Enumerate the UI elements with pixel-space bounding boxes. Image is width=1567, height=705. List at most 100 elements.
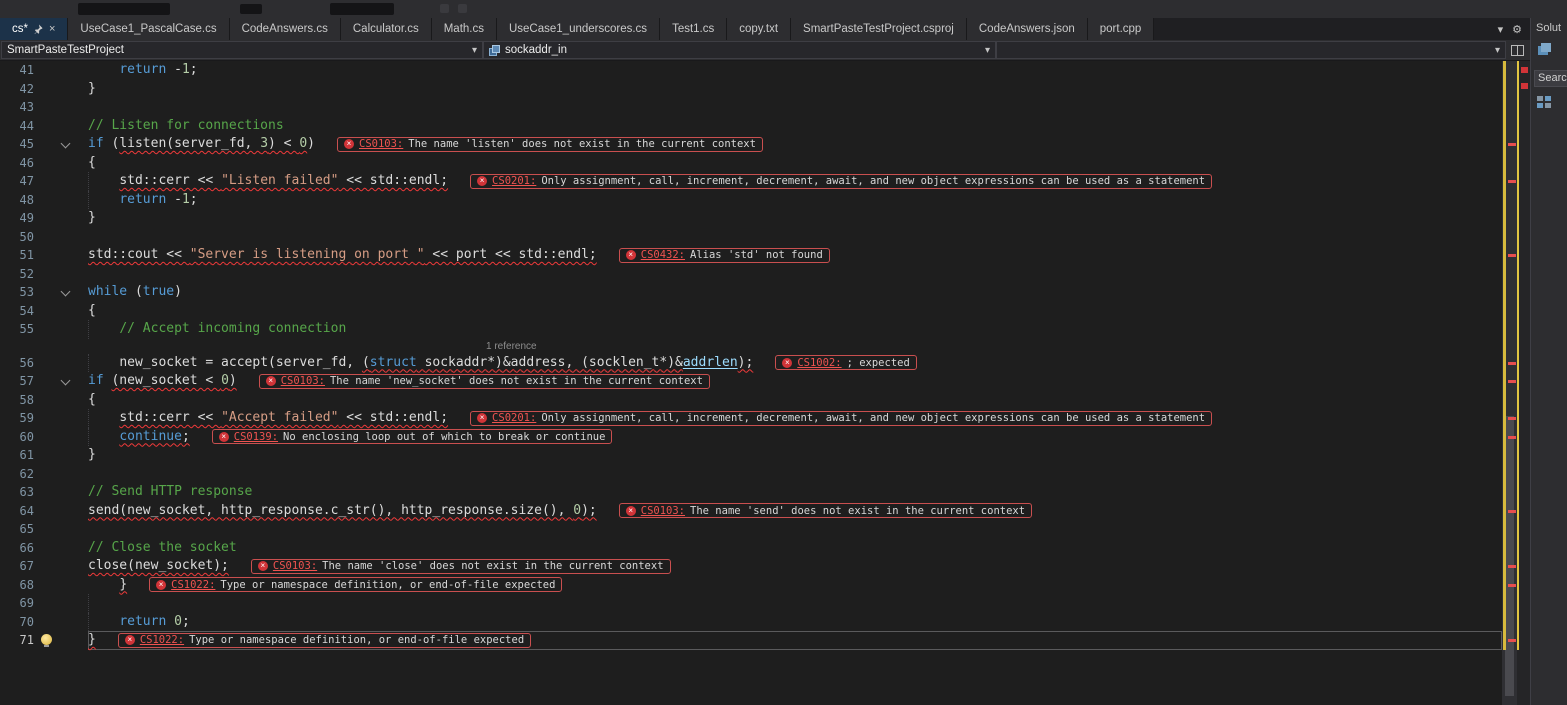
project-dropdown[interactable]: SmartPasteTestProject ▾ [1, 41, 483, 59]
documents-icon[interactable] [1537, 42, 1567, 61]
search-box[interactable]: Searc [1534, 70, 1567, 87]
error-code-link[interactable]: CS1022: [171, 579, 215, 591]
editor-tab[interactable]: CodeAnswers.cs [230, 18, 341, 40]
code-line[interactable]: 59 std::cerr << "Accept failed" << std::… [0, 409, 1502, 428]
code-line[interactable]: 51std::cout << "Server is listening on p… [0, 246, 1502, 265]
glyph-margin [40, 135, 88, 154]
code-line[interactable]: 61} [0, 446, 1502, 465]
code-line[interactable]: 45if (listen(server_fd, 3) < 0)×CS0103:T… [0, 135, 1502, 154]
pin-icon[interactable] [34, 24, 43, 34]
code-line[interactable]: 55 // Accept incoming connection [0, 320, 1502, 339]
project-dropdown-value: SmartPasteTestProject [7, 44, 124, 56]
editor-tab[interactable]: Test1.cs [660, 18, 727, 40]
error-code-link[interactable]: CS1022: [140, 634, 184, 646]
code-text: while (true) [88, 283, 182, 302]
error-message: Only assignment, call, increment, decrem… [541, 412, 1205, 424]
code-text: { [88, 391, 96, 410]
quick-actions-lightbulb-icon[interactable] [41, 634, 52, 645]
error-code-link[interactable]: CS0103: [281, 375, 325, 387]
code-line[interactable]: 56 new_socket = accept(server_fd, (struc… [0, 354, 1502, 373]
line-number: 67 [0, 557, 40, 576]
error-code-link[interactable]: CS0103: [359, 138, 403, 150]
fold-chevron-icon[interactable] [61, 139, 71, 149]
code-text: continue; [88, 428, 190, 447]
codelens-references[interactable]: 1 reference [486, 339, 537, 354]
error-code-link[interactable]: CS0139: [234, 431, 278, 443]
code-line[interactable]: 50 [0, 228, 1502, 247]
code-line[interactable]: 44// Listen for connections [0, 117, 1502, 136]
code-line[interactable]: 48 return -1; [0, 191, 1502, 210]
error-annotation: ×CS0103:The name 'send' does not exist i… [619, 503, 1032, 518]
glyph-margin [40, 80, 88, 99]
editor-tab[interactable]: UseCase1_underscores.cs [497, 18, 660, 40]
code-token [88, 192, 119, 207]
code-token [88, 577, 119, 592]
line-number: 47 [0, 172, 40, 191]
code-line[interactable]: 43 [0, 98, 1502, 117]
error-code-link[interactable]: CS0432: [641, 249, 685, 261]
editor-tab[interactable]: CodeAnswers.json [967, 18, 1088, 40]
code-text: } [88, 80, 96, 99]
code-line[interactable]: 69 [0, 594, 1502, 613]
code-line[interactable]: 60 continue;×CS0139:No enclosing loop ou… [0, 428, 1502, 447]
code-line[interactable]: 54{ [0, 302, 1502, 321]
code-line[interactable]: 71}×CS1022:Type or namespace definition,… [0, 631, 1502, 650]
code-line[interactable]: 42} [0, 80, 1502, 99]
glyph-margin [40, 465, 88, 484]
struct-icon [489, 45, 500, 56]
grid-icon[interactable] [1537, 96, 1567, 114]
fold-chevron-icon[interactable] [61, 376, 71, 386]
gear-icon[interactable]: ⚙ [1512, 23, 1522, 36]
code-editor[interactable]: 41 return -1;42}4344// Listen for connec… [0, 61, 1502, 705]
code-text: { [88, 154, 96, 173]
glyph-margin [40, 354, 88, 373]
code-line[interactable]: 41 return -1; [0, 61, 1502, 80]
error-mark [1508, 510, 1516, 513]
error-code-link[interactable]: CS0103: [641, 505, 685, 517]
code-line[interactable]: 63// Send HTTP response [0, 483, 1502, 502]
editor-tab[interactable]: SmartPasteTestProject.csproj [791, 18, 967, 40]
code-token [88, 614, 119, 629]
error-message: Only assignment, call, increment, decrem… [541, 175, 1205, 187]
editor-tab[interactable]: port.cpp [1088, 18, 1155, 40]
close-icon[interactable]: × [49, 24, 55, 34]
code-line[interactable]: 52 [0, 265, 1502, 284]
code-line[interactable]: 67close(new_socket);×CS0103:The name 'cl… [0, 557, 1502, 576]
code-token: "Listen failed" [221, 173, 338, 188]
error-code-link[interactable]: CS0103: [273, 560, 317, 572]
editor-tab[interactable]: Calculator.cs [341, 18, 432, 40]
code-line[interactable]: 68 }×CS1022:Type or namespace definition… [0, 576, 1502, 595]
error-code-link[interactable]: CS0201: [492, 175, 536, 187]
indent-guide [88, 191, 89, 210]
editor-tab[interactable]: copy.txt [727, 18, 791, 40]
code-line[interactable]: 57if (new_socket < 0)×CS0103:The name 'n… [0, 372, 1502, 391]
error-icon: × [477, 176, 487, 186]
code-line[interactable]: 53while (true) [0, 283, 1502, 302]
code-token: std::cerr << [119, 173, 221, 188]
code-line[interactable]: 66// Close the socket [0, 539, 1502, 558]
code-line[interactable]: 49} [0, 209, 1502, 228]
code-line[interactable]: 70 return 0; [0, 613, 1502, 632]
code-line[interactable]: 58{ [0, 391, 1502, 410]
chevron-down-icon: ▾ [985, 45, 990, 56]
code-line[interactable]: 64send(new_socket, http_response.c_str()… [0, 502, 1502, 521]
editor-tab[interactable]: UseCase1_PascalCase.cs [68, 18, 229, 40]
error-code-link[interactable]: CS1002: [797, 357, 841, 369]
type-dropdown[interactable]: sockaddr_in ▾ [483, 41, 996, 59]
code-line[interactable]: 47 std::cerr << "Listen failed" << std::… [0, 172, 1502, 191]
line-number: 46 [0, 154, 40, 173]
code-line[interactable]: 65 [0, 520, 1502, 539]
scrollbar-thumb[interactable] [1505, 416, 1514, 696]
code-text: } [88, 209, 96, 228]
split-editor-icon[interactable] [1511, 45, 1524, 56]
code-line[interactable]: 46 { [0, 154, 1502, 173]
code-token: ( [104, 136, 120, 151]
editor-tab[interactable]: cs*× [0, 18, 68, 40]
error-code-link[interactable]: CS0201: [492, 412, 536, 424]
vertical-scrollbar[interactable] [1502, 61, 1517, 705]
fold-chevron-icon[interactable] [61, 287, 71, 297]
code-line[interactable]: 62 [0, 465, 1502, 484]
editor-tab[interactable]: Math.cs [432, 18, 497, 40]
member-dropdown[interactable]: ▾ [996, 41, 1506, 59]
chevron-down-icon[interactable]: ▾ [1498, 23, 1504, 36]
